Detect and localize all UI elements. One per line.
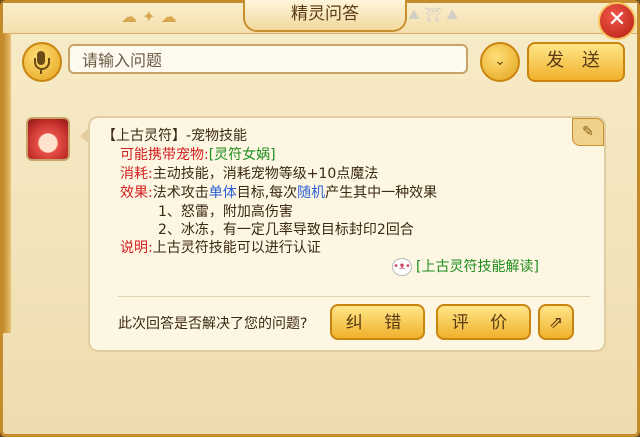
cost-label: 消耗: xyxy=(120,166,153,182)
landscape-ornament-icon: ⛰ ⛩ ⛰ xyxy=(408,7,459,23)
pet-row: 可能携带宠物:[灵符女娲] xyxy=(120,146,276,164)
effect-single: 单体 xyxy=(208,185,237,201)
scroll-icon[interactable]: ✎ xyxy=(572,118,604,146)
effect-label: 效果: xyxy=(120,185,153,201)
effect-row: 效果:法术攻击单体目标,每次随机产生其中一种效果 xyxy=(120,184,437,202)
note-label: 说明: xyxy=(120,240,153,256)
effect-text-2: 目标,每次 xyxy=(236,185,298,201)
cost-value: 主动技能，消耗宠物等级+10点魔法 xyxy=(152,166,379,182)
cloud-ornament-icon: ☁ ✦ ☁ xyxy=(121,7,177,26)
side-ornament xyxy=(3,33,11,333)
title-bar: ☁ ✦ ☁ 精灵问答 ⛰ ⛩ ⛰ xyxy=(3,0,637,34)
window-title: 精灵问答 xyxy=(243,0,407,32)
avatar-face xyxy=(40,134,56,152)
feedback-question: 此次回答是否解决了您的问题? xyxy=(118,316,308,332)
effect-item-2: 2、冰冻，有一定几率导致目标封印2回合 xyxy=(158,222,414,238)
answer-heading: 【上古灵符】-宠物技能 xyxy=(102,128,248,144)
avatar xyxy=(26,117,70,161)
divider xyxy=(118,296,590,297)
microphone-base xyxy=(40,70,42,74)
close-button[interactable]: ✕ xyxy=(598,2,636,40)
correct-error-button[interactable]: 纠 错 xyxy=(330,304,425,340)
effect-item-1: 1、怒雷，附加高伤害 xyxy=(158,204,293,220)
microphone-button[interactable] xyxy=(22,42,62,82)
chevron-down-icon: ⌄ xyxy=(494,53,506,69)
share-button[interactable]: ⇗ xyxy=(538,304,574,340)
effect-text-3: 产生其中一种效果 xyxy=(325,185,438,201)
pet-icon: •ᴥ• xyxy=(392,258,412,276)
question-input[interactable] xyxy=(80,46,464,74)
detail-link-text[interactable]: [上古灵符技能解读] xyxy=(416,259,539,275)
effect-random: 随机 xyxy=(297,185,326,201)
effect-text-1: 法术攻击 xyxy=(152,185,209,201)
microphone-stand xyxy=(34,58,50,70)
history-dropdown-button[interactable]: ⌄ xyxy=(480,42,520,82)
share-icon: ⇗ xyxy=(548,313,564,333)
send-button[interactable]: 发 送 xyxy=(527,42,625,82)
detail-link[interactable]: •ᴥ• [上古灵符技能解读] xyxy=(392,256,539,276)
pet-label: 可能携带宠物: xyxy=(120,147,209,163)
rate-button[interactable]: 评 价 xyxy=(436,304,531,340)
note-value: 上古灵符技能可以进行认证 xyxy=(152,240,321,256)
cost-row: 消耗:主动技能，消耗宠物等级+10点魔法 xyxy=(120,165,378,183)
note-row: 说明:上古灵符技能可以进行认证 xyxy=(120,239,321,257)
close-icon: ✕ xyxy=(607,7,627,32)
question-input-box[interactable] xyxy=(68,44,468,74)
pet-value: [灵符女娲] xyxy=(208,147,276,163)
